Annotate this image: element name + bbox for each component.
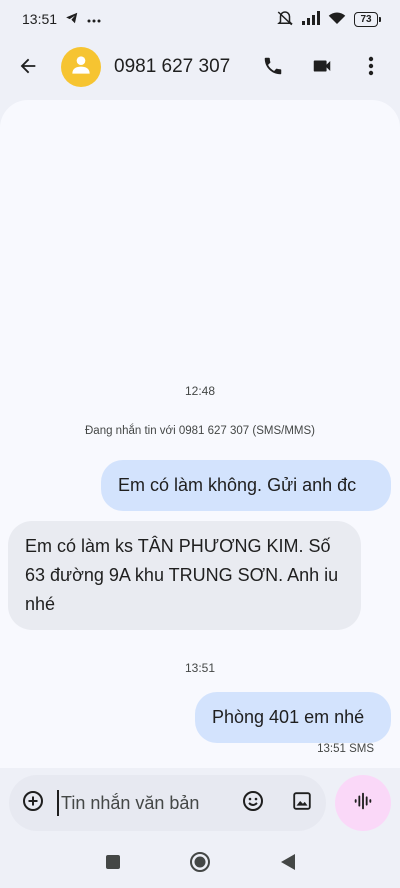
person-icon [68,52,94,83]
incoming-message[interactable]: Em có làm ks TÂN PHƯƠNG KIM. Số 63 đường… [8,521,361,630]
avatar[interactable] [61,47,101,87]
add-circle-icon [21,789,45,818]
conversation-header: 0981 627 307 [0,38,400,98]
back-triangle-icon [280,853,296,876]
gallery-icon [291,790,313,817]
recents-square-icon [105,854,121,875]
back-nav-button[interactable] [276,852,300,876]
video-call-button[interactable] [308,54,336,82]
wifi-icon [328,11,346,28]
message-status: 13:51 SMS [317,743,374,755]
status-bar: 13:51 73 [0,0,400,38]
back-arrow-icon [17,55,39,82]
message-input[interactable] [57,790,237,816]
signal-icon [302,10,320,28]
voice-message-button[interactable] [335,775,391,831]
gallery-button[interactable] [288,789,316,817]
conversation-info: Đang nhắn tin với 0981 627 307 (SMS/MMS) [85,425,315,437]
phone-icon [262,55,284,82]
status-right: 73 [276,10,381,29]
status-time: 13:51 [22,11,58,27]
home-circle-icon [189,851,211,878]
video-call-icon [310,55,334,82]
recents-button[interactable] [101,852,125,876]
system-nav-bar [0,840,400,888]
voice-waveform-icon [352,790,374,817]
battery-indicator: 73 [354,11,381,27]
compose-bar [9,775,326,831]
emoji-icon [241,789,265,818]
contact-name[interactable]: 0981 627 307 [114,56,230,78]
timestamp: 12:48 [184,384,216,398]
outgoing-message[interactable]: Phòng 401 em nhé [195,692,391,743]
call-button[interactable] [259,54,287,82]
telegram-icon [65,11,79,28]
attach-button[interactable] [19,789,47,817]
conversation-panel[interactable]: 12:48 Đang nhắn tin với 0981 627 307 (SM… [0,100,400,768]
back-button[interactable] [14,54,42,82]
more-options-button[interactable] [357,54,385,82]
more-dots-icon [87,11,101,27]
home-button[interactable] [188,851,212,878]
outgoing-message[interactable]: Em có làm không. Gửi anh đc [101,460,391,511]
status-left: 13:51 [22,11,101,28]
timestamp: 13:51 [184,661,216,675]
emoji-button[interactable] [239,789,267,817]
more-vert-icon [368,56,374,81]
mute-icon [276,10,294,29]
